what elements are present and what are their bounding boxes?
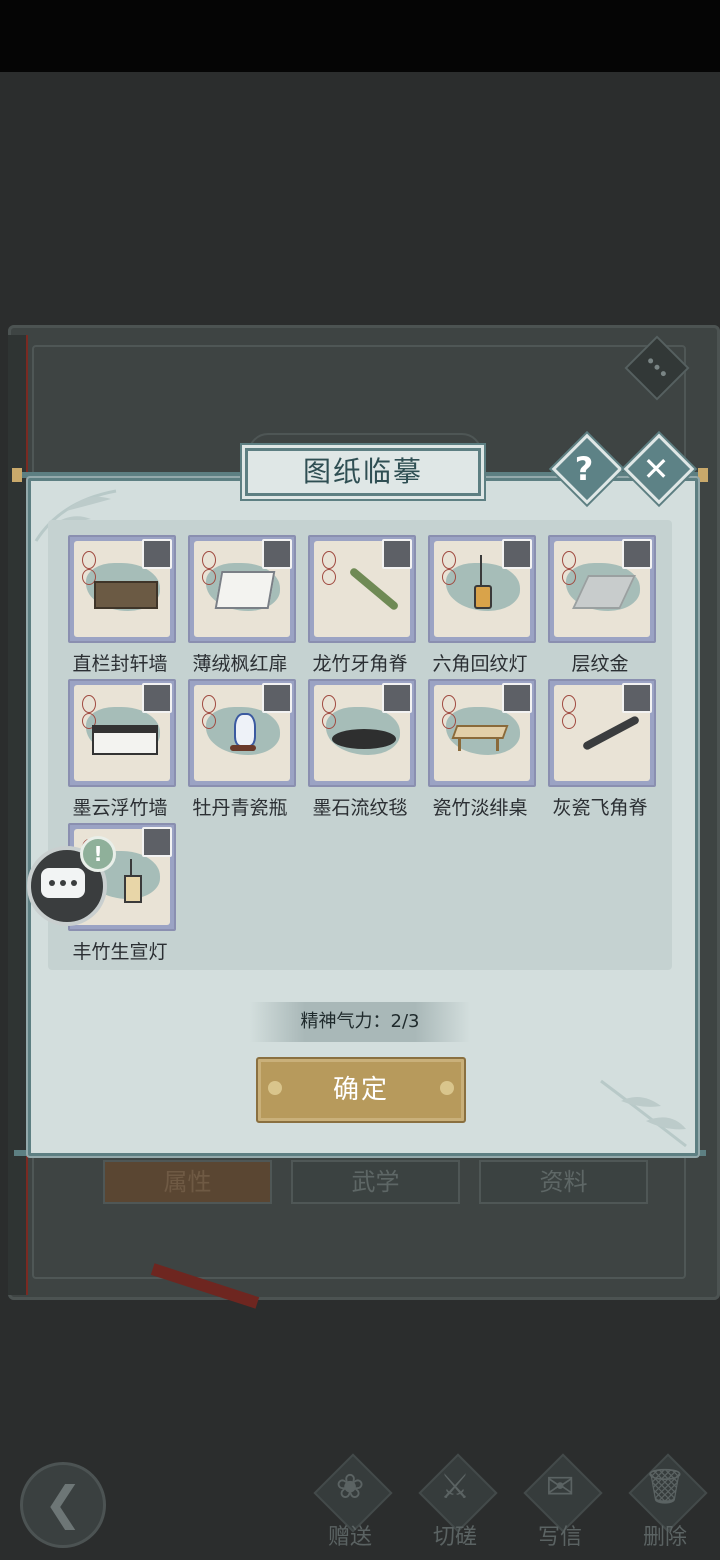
spar-button[interactable]: ⚔ 切磋 (410, 1453, 500, 1555)
vase-icon (234, 713, 256, 747)
item-checkbox[interactable] (142, 827, 172, 857)
delete-button[interactable]: 🗑 删除 (620, 1453, 710, 1555)
item-thumbnail (308, 679, 416, 787)
screen-icon (214, 571, 276, 609)
tab-martial-arts[interactable]: 武学 (291, 1160, 460, 1204)
blueprint-item[interactable]: 牡丹青瓷瓶 (185, 679, 296, 820)
dot (647, 357, 655, 365)
item-name: 层纹金 (571, 653, 629, 675)
item-name: 直栏封轩墙 (72, 653, 168, 675)
vase-stand (230, 745, 256, 751)
item-name: 龙竹牙角脊 (312, 653, 408, 675)
back-button[interactable]: ❮ (20, 1462, 106, 1548)
item-checkbox[interactable] (382, 683, 412, 713)
gift-button[interactable]: ❀ 赠送 (305, 1453, 395, 1555)
blueprint-item[interactable]: 龙竹牙角脊 (305, 535, 416, 676)
wall-icon (92, 725, 158, 755)
stamina-indicator: 精神气力：2/3 (250, 1002, 470, 1042)
wall-icon (94, 581, 158, 609)
rail-cap (12, 468, 22, 482)
dialog-title: 图纸临摹 (245, 448, 481, 496)
write-letter-button[interactable]: ✉ 写信 (515, 1453, 605, 1555)
blueprint-item[interactable]: 直栏封轩墙 (65, 535, 176, 676)
tab-info[interactable]: 资料 (479, 1160, 648, 1204)
dot (659, 370, 667, 378)
item-thumbnail (428, 679, 536, 787)
item-checkbox[interactable] (502, 683, 532, 713)
item-checkbox[interactable] (142, 683, 172, 713)
lantern-icon (474, 585, 492, 609)
item-checkbox[interactable] (142, 539, 172, 569)
action-label: 赠送 (327, 1525, 372, 1550)
rail-cap (698, 468, 708, 482)
item-thumbnail (188, 679, 296, 787)
item-name: 灰瓷飞角脊 (552, 797, 648, 819)
item-checkbox[interactable] (502, 539, 532, 569)
item-name: 牡丹青瓷瓶 (192, 797, 288, 819)
blueprint-item[interactable]: 墨云浮竹墙 (65, 679, 176, 820)
blueprint-item[interactable]: 六角回纹灯 (425, 535, 536, 676)
item-thumbnail (548, 535, 656, 643)
action-label: 写信 (537, 1525, 582, 1550)
item-thumbnail (548, 679, 656, 787)
item-name: 墨云浮竹墙 (72, 797, 168, 819)
letter-icon: ✉ (545, 1467, 575, 1507)
blueprint-item[interactable]: 层纹金 (545, 535, 656, 676)
confirm-button[interactable]: 确定 (256, 1057, 466, 1123)
lantern-icon (124, 875, 142, 903)
item-name: 六角回纹灯 (432, 653, 528, 675)
flower-ornament-icon (440, 1081, 454, 1095)
table-leg (458, 737, 461, 751)
ridge-icon (348, 566, 400, 612)
flower-ornament-icon (268, 1081, 282, 1095)
status-bar (0, 0, 720, 72)
help-icon[interactable]: ? (559, 446, 609, 492)
close-icon[interactable]: ✕ (631, 446, 681, 492)
background-tabs: 属性 武学 资料 (103, 1160, 648, 1208)
sword-icon: ⚔ (439, 1467, 471, 1507)
item-name: 薄绒枫红扉 (192, 653, 288, 675)
blueprint-item[interactable]: 薄绒枫红扉 (185, 535, 296, 676)
dot (653, 363, 661, 371)
blueprint-item[interactable]: 灰瓷飞角脊 (545, 679, 656, 820)
item-thumbnail (68, 679, 176, 787)
table-leg (496, 737, 499, 751)
item-name: 瓷竹淡绯桌 (432, 797, 528, 819)
item-name: 丰竹生宣灯 (72, 941, 168, 963)
item-checkbox[interactable] (262, 683, 292, 713)
item-thumbnail (188, 535, 296, 643)
lantern-string (480, 555, 482, 585)
item-thumbnail (428, 535, 536, 643)
rug-icon (332, 729, 396, 749)
item-checkbox[interactable] (622, 539, 652, 569)
blueprint-item[interactable]: 墨石流纹毯 (305, 679, 416, 820)
item-thumbnail (308, 535, 416, 643)
item-checkbox[interactable] (622, 683, 652, 713)
chat-icon (41, 868, 85, 898)
blueprint-item[interactable]: 瓷竹淡绯桌 (425, 679, 536, 820)
action-label: 删除 (642, 1525, 687, 1550)
item-checkbox[interactable] (382, 539, 412, 569)
bamboo-leaf-decoration (600, 1079, 687, 1148)
trash-icon: 🗑 (643, 1467, 687, 1507)
lantern-string (130, 859, 132, 875)
gift-icon: ❀ (335, 1467, 365, 1507)
alert-icon: ! (80, 836, 116, 872)
item-name: 墨石流纹毯 (312, 797, 408, 819)
confirm-label: 确定 (332, 1075, 389, 1105)
item-checkbox[interactable] (262, 539, 292, 569)
ridge-icon (581, 714, 641, 752)
tab-attributes[interactable]: 属性 (103, 1160, 272, 1204)
item-thumbnail (68, 535, 176, 643)
action-label: 切磋 (432, 1525, 477, 1550)
